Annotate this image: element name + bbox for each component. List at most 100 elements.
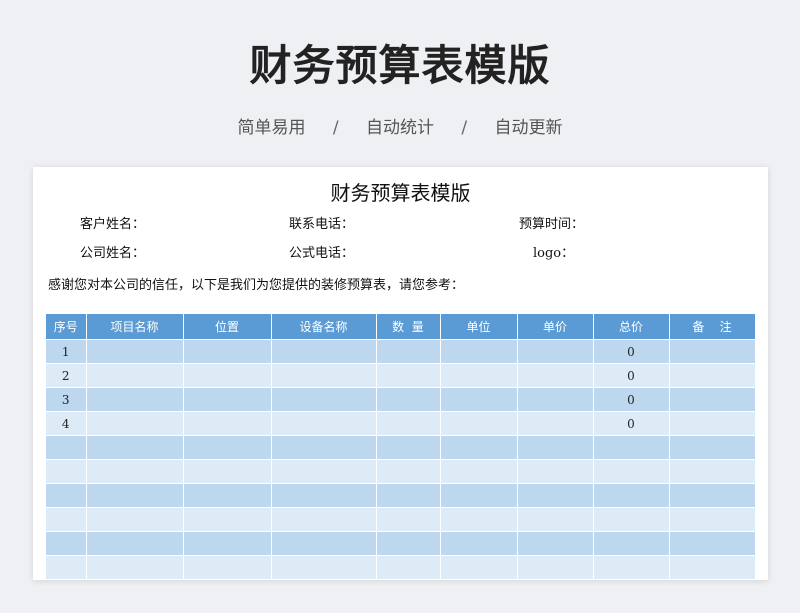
table-cell[interactable] (593, 483, 670, 508)
table-cell[interactable] (669, 555, 756, 580)
table-cell[interactable]: 2 (46, 363, 87, 388)
table-cell[interactable] (376, 555, 441, 580)
table-row: 30 (46, 387, 756, 412)
table-cell[interactable] (517, 459, 594, 484)
table-cell[interactable]: 1 (46, 339, 87, 364)
table-cell[interactable] (517, 387, 594, 412)
table-cell[interactable] (183, 555, 272, 580)
table-cell[interactable] (376, 507, 441, 532)
table-cell[interactable] (669, 363, 756, 388)
table-cell[interactable] (440, 411, 518, 436)
table-cell[interactable] (183, 531, 272, 556)
table-cell[interactable] (376, 531, 441, 556)
table-cell[interactable] (271, 507, 377, 532)
table-cell[interactable] (183, 459, 272, 484)
table-cell[interactable] (86, 339, 184, 364)
table-cell[interactable]: 3 (46, 387, 87, 412)
table-cell[interactable] (440, 483, 518, 508)
table-cell[interactable] (271, 387, 377, 412)
table-row (46, 507, 756, 532)
table-cell[interactable]: 4 (46, 411, 87, 436)
table-cell[interactable] (86, 387, 184, 412)
table-cell[interactable] (517, 411, 594, 436)
table-cell[interactable] (376, 411, 441, 436)
table-cell[interactable] (271, 531, 377, 556)
table-cell[interactable] (271, 339, 377, 364)
table-cell[interactable] (86, 363, 184, 388)
table-cell[interactable] (440, 435, 518, 460)
table-cell[interactable] (86, 531, 184, 556)
table-cell[interactable]: 0 (593, 339, 670, 364)
sheet-title: 财务预算表模版 (330, 181, 471, 205)
table-cell[interactable] (669, 459, 756, 484)
table-cell[interactable] (376, 387, 441, 412)
table-cell[interactable] (517, 531, 594, 556)
table-cell[interactable] (593, 531, 670, 556)
table-cell[interactable] (271, 363, 377, 388)
table-cell[interactable] (669, 411, 756, 436)
table-cell[interactable] (517, 555, 594, 580)
table-cell[interactable] (271, 411, 377, 436)
table-cell[interactable] (271, 483, 377, 508)
table-cell[interactable] (593, 555, 670, 580)
company-phone-label: 公式电话： (289, 246, 355, 261)
table-cell[interactable] (271, 459, 377, 484)
tag-separator: / (332, 118, 339, 138)
table-cell[interactable] (86, 435, 184, 460)
table-cell[interactable] (669, 387, 756, 412)
table-cell[interactable]: 0 (593, 387, 670, 412)
table-cell[interactable] (593, 507, 670, 532)
column-header: 项目名称 (86, 314, 184, 340)
table-cell[interactable] (46, 555, 87, 580)
table-cell[interactable] (517, 435, 594, 460)
table-cell[interactable] (440, 507, 518, 532)
table-cell[interactable] (271, 555, 377, 580)
table-cell[interactable] (669, 531, 756, 556)
table-cell[interactable] (376, 363, 441, 388)
table-cell[interactable]: 0 (593, 411, 670, 436)
budget-sheet: 财务预算表模版 客户姓名： 联系电话： 预算时间： 公司姓名： 公式电话： lo… (33, 167, 768, 580)
table-cell[interactable] (183, 435, 272, 460)
table-cell[interactable] (376, 459, 441, 484)
table-cell[interactable] (440, 555, 518, 580)
table-row (46, 435, 756, 460)
table-cell[interactable] (86, 507, 184, 532)
table-cell[interactable] (517, 507, 594, 532)
table-cell[interactable] (376, 483, 441, 508)
table-cell[interactable] (86, 411, 184, 436)
table-cell[interactable] (86, 555, 184, 580)
table-cell[interactable] (440, 363, 518, 388)
table-cell[interactable] (440, 459, 518, 484)
table-cell[interactable] (183, 363, 272, 388)
table-cell[interactable] (517, 339, 594, 364)
logo-label: logo： (533, 246, 575, 261)
table-cell[interactable] (183, 387, 272, 412)
table-cell[interactable] (593, 435, 670, 460)
table-cell[interactable] (183, 507, 272, 532)
table-cell[interactable] (46, 435, 87, 460)
table-cell[interactable] (86, 459, 184, 484)
table-cell[interactable] (46, 507, 87, 532)
table-cell[interactable] (46, 531, 87, 556)
table-cell[interactable]: 0 (593, 363, 670, 388)
table-cell[interactable] (376, 339, 441, 364)
table-cell[interactable] (440, 339, 518, 364)
table-cell[interactable] (183, 483, 272, 508)
table-cell[interactable] (593, 459, 670, 484)
table-cell[interactable] (669, 507, 756, 532)
table-cell[interactable] (517, 483, 594, 508)
table-cell[interactable] (376, 435, 441, 460)
table-cell[interactable] (669, 435, 756, 460)
table-cell[interactable] (183, 411, 272, 436)
table-cell[interactable] (183, 339, 272, 364)
table-cell[interactable] (46, 459, 87, 484)
table-cell[interactable] (669, 339, 756, 364)
column-header: 单价 (517, 314, 594, 340)
table-cell[interactable] (440, 531, 518, 556)
table-cell[interactable] (517, 363, 594, 388)
table-cell[interactable] (271, 435, 377, 460)
table-cell[interactable] (86, 483, 184, 508)
table-cell[interactable] (46, 483, 87, 508)
table-cell[interactable] (440, 387, 518, 412)
table-cell[interactable] (669, 483, 756, 508)
